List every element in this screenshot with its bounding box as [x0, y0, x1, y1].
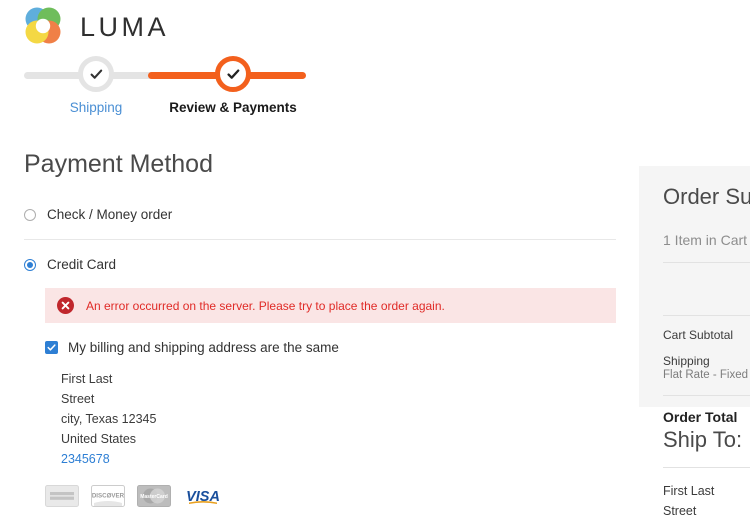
address-street: Street — [61, 392, 95, 406]
svg-text:MasterCard: MasterCard — [140, 494, 168, 500]
ship-to-address-block: First Last Street — [663, 481, 750, 521]
payment-method-section: Payment Method Check / Money order Credi… — [24, 150, 616, 507]
billing-address-block: First Last Street city, Texas 12345 Unit… — [61, 369, 616, 469]
order-total-label: Order Total — [663, 409, 738, 425]
address-city-state-zip: city, Texas 12345 — [61, 412, 157, 426]
check-icon — [226, 68, 239, 79]
progress-label-review[interactable]: Review & Payments — [163, 100, 303, 115]
error-message-text: An error occurred on the server. Please … — [86, 298, 445, 313]
error-message-banner: An error occurred on the server. Please … — [45, 288, 616, 323]
total-label-shipping: Shipping — [663, 354, 710, 368]
sidebar-divider — [663, 395, 750, 396]
luma-wordmark: LUMA — [80, 11, 170, 42]
ship-to-street: Street — [663, 504, 697, 518]
billing-same-as-shipping-row[interactable]: My billing and shipping address are the … — [45, 340, 616, 355]
ship-to-title: Ship To: — [663, 427, 743, 452]
address-country: United States — [61, 432, 137, 446]
accepted-cards-list: DISCØVER MasterCard VISA — [45, 485, 616, 507]
progress-node-shipping — [78, 56, 114, 92]
svg-text:DISCØVER: DISCØVER — [92, 493, 125, 500]
discover-card-icon: DISCØVER — [91, 485, 125, 507]
checkout-progress-bar: Shipping Review & Payments — [0, 56, 420, 118]
page-header: LUMA — [0, 0, 750, 52]
page-title: Payment Method — [24, 150, 213, 178]
payment-option-label: Credit Card — [47, 257, 117, 272]
billing-same-label: My billing and shipping address are the … — [68, 340, 339, 355]
progress-step-shipping[interactable]: Shipping — [26, 56, 166, 115]
address-name: First Last — [61, 372, 113, 386]
shipping-method-note: Flat Rate - Fixed — [663, 369, 748, 381]
luma-logo[interactable]: LUMA — [20, 4, 169, 50]
order-summary-title: Order Summary — [663, 184, 750, 209]
order-summary-panel: Order Summary 1 Item in Cart Cart Subtot… — [639, 166, 750, 425]
section-divider — [24, 239, 616, 240]
visa-card-icon: VISA — [183, 485, 223, 507]
error-circle-icon — [57, 297, 74, 314]
check-icon — [47, 344, 56, 351]
progress-label-shipping[interactable]: Shipping — [26, 100, 166, 115]
checkbox-billing-same[interactable] — [45, 341, 58, 354]
sidebar-divider — [663, 315, 750, 316]
order-sidebar: Order Summary 1 Item in Cart Cart Subtot… — [639, 166, 750, 521]
american-express-card-icon — [45, 485, 79, 507]
payment-option-credit-card[interactable]: Credit Card — [24, 257, 616, 272]
mastercard-card-icon: MasterCard — [137, 485, 171, 507]
items-in-cart-count[interactable]: 1 Item in Cart — [663, 232, 750, 248]
total-label-cart-subtotal: Cart Subtotal — [663, 328, 734, 342]
check-icon — [90, 69, 102, 79]
radio-check-money-order[interactable] — [24, 208, 36, 221]
payment-option-check-money-order[interactable]: Check / Money order — [24, 207, 616, 222]
payment-option-label: Check / Money order — [47, 207, 173, 222]
address-phone[interactable]: 2345678 — [61, 449, 616, 469]
ship-to-name: First Last — [663, 484, 715, 498]
progress-node-review — [215, 56, 251, 92]
luma-logo-icon — [20, 4, 66, 50]
sidebar-cart-items-region — [663, 263, 750, 301]
progress-step-review[interactable]: Review & Payments — [163, 56, 303, 115]
sidebar-divider — [663, 467, 750, 468]
radio-credit-card[interactable] — [24, 258, 36, 271]
